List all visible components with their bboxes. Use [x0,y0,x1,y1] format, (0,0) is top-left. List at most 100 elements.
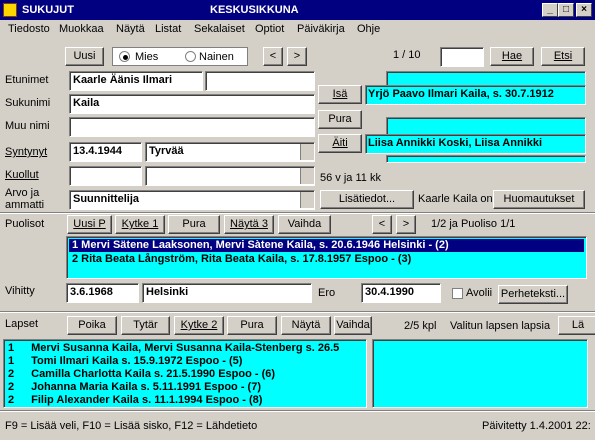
died-place-field[interactable] [145,166,315,186]
swap-child-button[interactable]: Vaihda [334,316,372,335]
father-button[interactable]: Isä [318,85,362,104]
swap-spouse-button[interactable]: Vaihda [278,215,331,234]
married-place-field[interactable]: Helsinki [142,283,312,303]
menu-muokkaa[interactable]: Muokkaa [59,23,104,35]
died-label: Kuollut [5,169,39,181]
record-counter: 1 / 10 [393,49,421,61]
surname-label: Sukunimi [5,97,51,109]
children-of-label: Valitun lapsen lapsia [450,320,551,332]
born-place-spin[interactable] [300,144,314,160]
grandchildren-button[interactable]: Lä [558,316,595,335]
updated-text: Päivitetty 1.4.2001 22: [482,420,591,432]
born-place-field[interactable]: Tyrvää [145,142,315,162]
divorced-label: Ero [318,287,336,299]
next-spouse-button[interactable]: > [396,215,416,234]
menu-ohje[interactable]: Ohje [357,23,380,35]
unlink-child-button[interactable]: Pura [227,316,277,335]
minimize-button[interactable]: _ [542,3,558,17]
avolii-label: Avolii [466,287,493,299]
firstnames-label: Etunimet [5,74,49,86]
title-label-line2: ammatti [5,199,45,211]
link-spouse-button[interactable]: Kytke 1 [115,215,165,234]
children-list[interactable]: 1 Mervi Susanna Kaila, Mervi Susanna Kail… [3,339,367,408]
firstnames-extra-field[interactable] [205,71,315,91]
window-title: SUKUJUT [22,4,74,16]
radio-male[interactable] [119,51,130,62]
avolii-checkbox[interactable] [452,288,463,299]
child-row[interactable]: 1 Mervi Susanna Kaila, Mervi Susanna Kail… [8,342,339,355]
extra-info-button[interactable]: Lisätiedot... [320,190,414,209]
spouse-counter: 1/2 ja Puoliso 1/1 [431,218,516,230]
search-input[interactable] [440,47,484,67]
married-date-field[interactable]: 3.6.1968 [66,283,139,303]
died-date-field[interactable] [69,166,142,186]
mother-top-box [386,117,586,135]
surname-field[interactable]: Kaila [69,94,315,114]
notes-of-label: Kaarle Kaila on [418,193,493,205]
othername-field[interactable] [69,117,315,137]
divorced-date-field[interactable]: 30.4.1990 [361,283,441,303]
prev-spouse-button[interactable]: < [372,215,392,234]
gender-radio-group: Mies Nainen [112,47,248,66]
child-row[interactable]: 1 Tomi Ilmari Kaila s. 15.9.1972 Espoo - … [8,355,242,368]
close-button[interactable]: × [576,3,592,17]
search-button[interactable]: Hae [490,47,534,66]
remarks-button[interactable]: Huomautukset [493,190,585,209]
title-bar[interactable]: SUKUJUT KESKUSIKKUNA _ □ × [0,0,595,20]
children-count: 2/5 kpl [404,320,437,332]
spouse-list[interactable]: 1 Mervi Sätene Laaksonen, Mervi Sàtene K… [66,236,587,279]
add-son-button[interactable]: Poika [67,316,117,335]
children-label: Lapset [5,318,39,330]
radio-female-label: Nainen [199,51,234,63]
family-text-button[interactable]: Perheteksti... [498,285,568,304]
mother-name[interactable]: Liisa Annikki Koski, Liisa Annikki [365,134,586,154]
next-record-button[interactable]: > [287,47,307,66]
menu-sekalaiset[interactable]: Sekalaiset [194,23,245,35]
spouses-label: Puolisot [5,218,45,230]
father-name[interactable]: Yrjö Paavo Ilmari Kaila, s. 30.7.1912 [365,85,586,105]
radio-female[interactable] [185,51,196,62]
app-icon [3,3,17,17]
find-button[interactable]: Etsi [541,47,585,66]
menu-optiot[interactable]: Optiot [255,23,284,35]
spouse-row[interactable]: 2 Rita Beata Långström, Rita Beata Kaila… [69,253,584,266]
menu-nayta[interactable]: Näytä [116,23,145,35]
prev-record-button[interactable]: < [263,47,283,66]
child-row[interactable]: 2 Johanna Maria Kaila s. 5.11.1991 Espoo … [8,381,261,394]
show-spouse-button[interactable]: Näytä 3 [224,215,274,234]
born-date-field[interactable]: 13.4.1944 [69,142,142,162]
married-label: Vihitty [5,285,35,297]
divider-spouses [0,212,595,214]
child-row[interactable]: 2 Filip Alexander Kaila s. 11.1.1994 Espo… [8,394,262,407]
divider-children [0,311,595,313]
add-daughter-button[interactable]: Tytär [121,316,170,335]
show-child-button[interactable]: Näytä [281,316,331,335]
menu-bar: Tiedosto Muokkaa Näytä Listat Sekalaiset… [0,20,595,39]
menu-paivakirja[interactable]: Päiväkirja [297,23,345,35]
unlink-spouse-button[interactable]: Pura [168,215,220,234]
shortcut-hint: F9 = Lisää veli, F10 = Lisää sisko, F12 … [5,420,258,432]
menu-listat[interactable]: Listat [155,23,181,35]
divider-status [0,410,595,412]
maximize-button[interactable]: □ [558,3,574,17]
title-field[interactable]: Suunnittelija [69,190,315,210]
othername-label: Muu nimi [5,120,50,132]
mother-button[interactable]: Äiti [318,134,362,153]
born-label: Syntynyt [5,146,48,158]
window-subtitle: KESKUSIKKUNA [210,4,299,16]
pura-parents-button[interactable]: Pura [318,110,362,129]
title-spin[interactable] [300,192,314,208]
menu-tiedosto[interactable]: Tiedosto [8,23,50,35]
firstnames-field[interactable]: Kaarle Äänis Ilmari [69,71,203,91]
died-place-spin[interactable] [300,168,314,184]
title-label-line1: Arvo ja [5,187,40,199]
new-button[interactable]: Uusi [65,47,104,66]
child-row[interactable]: 2 Camilla Charlotta Kaila s. 21.5.1990 Es… [8,368,275,381]
radio-male-label: Mies [135,51,159,63]
mother-bottom-box [386,155,586,163]
link-child-button[interactable]: Kytke 2 [174,316,224,335]
grandchildren-list[interactable] [372,339,588,408]
main-window: SUKUJUT KESKUSIKKUNA _ □ × Tiedosto Muok… [0,0,595,440]
spouse-row[interactable]: 1 Mervi Sätene Laaksonen, Mervi Sàtene K… [69,239,584,252]
new-spouse-button[interactable]: Uusi P [67,215,112,234]
